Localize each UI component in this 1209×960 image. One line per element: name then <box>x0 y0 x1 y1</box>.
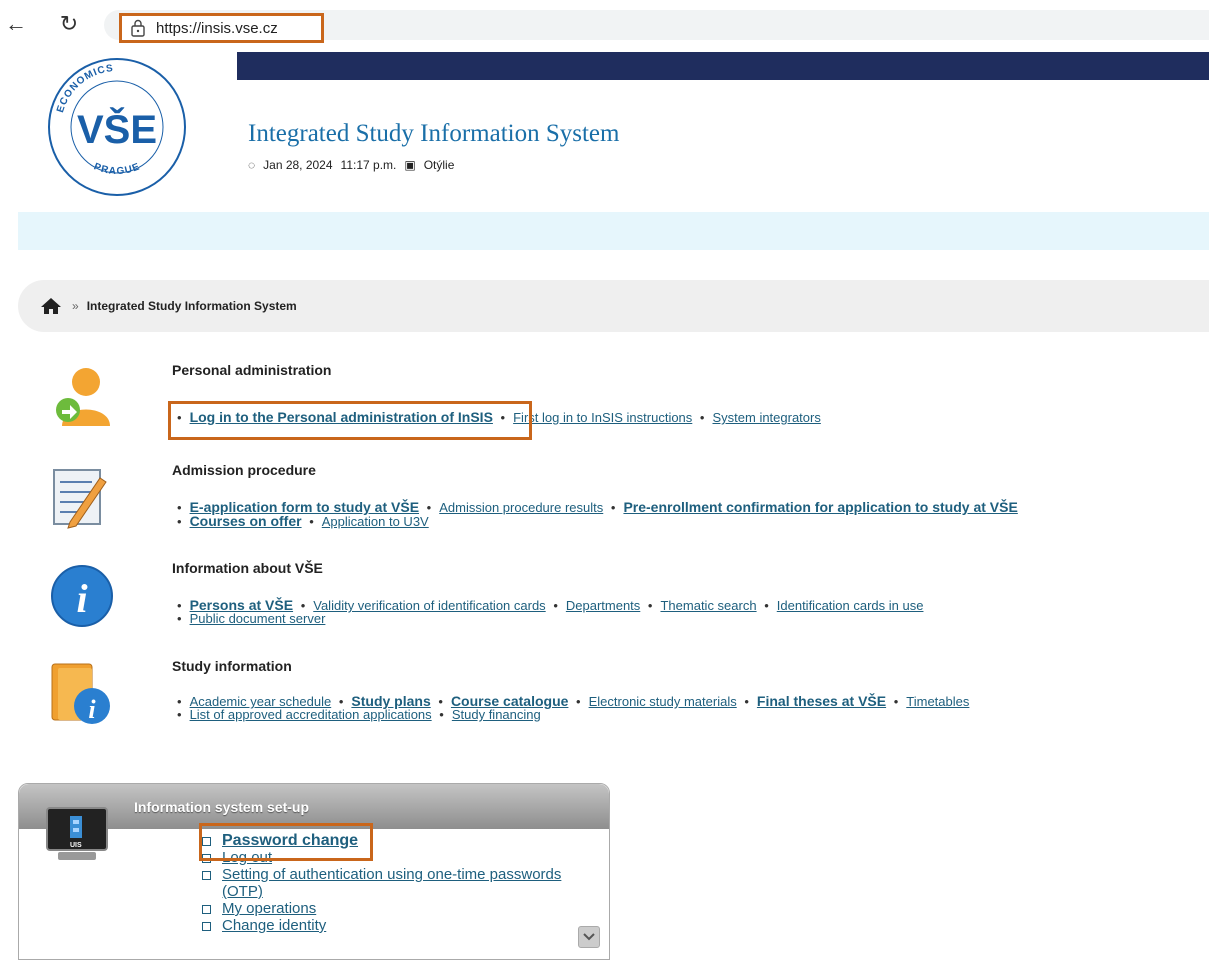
link-identification-cards[interactable]: Identification cards in use <box>777 598 924 613</box>
link-public-document-server[interactable]: Public document server <box>190 611 326 626</box>
section-links: • E-application form to study at VŠE • Adm… <box>177 499 1018 529</box>
setup-panel: Information system set-up UIS Password c… <box>18 783 610 960</box>
section-links: • Academic year schedule • Study plans • Co… <box>177 693 970 722</box>
lock-icon <box>131 19 145 37</box>
breadcrumb-separator: » <box>72 299 79 313</box>
link-electronic-study-materials[interactable]: Electronic study materials <box>589 694 737 709</box>
home-icon[interactable] <box>40 297 62 315</box>
link-courses-on-offer[interactable]: Courses on offer <box>190 513 302 529</box>
person-login-icon <box>56 368 110 426</box>
section-title: Admission procedure <box>172 462 316 478</box>
list-item: Change identity <box>202 917 602 934</box>
reload-icon[interactable]: ↻ <box>55 10 83 38</box>
svg-text:i: i <box>88 695 96 724</box>
breadcrumb-current: Integrated Study Information System <box>86 299 297 313</box>
link-first-login-instructions[interactable]: First log in to InSIS instructions <box>513 410 692 425</box>
vse-logo[interactable]: ECONOMICS PRAGUE VŠE <box>45 55 190 200</box>
login-highlight-box <box>168 401 532 440</box>
link-thematic-search[interactable]: Thematic search <box>660 598 756 613</box>
svg-text:ECONOMICS: ECONOMICS <box>55 63 114 114</box>
link-otp-authentication[interactable]: Setting of authentication using one-time… <box>222 866 602 900</box>
section-links: • Persons at VŠE • Validity verification o… <box>177 597 924 626</box>
svg-text:i: i <box>76 576 87 621</box>
monitor-label: UIS <box>70 842 82 849</box>
password-change-highlight-box <box>199 823 373 861</box>
back-arrow-icon[interactable]: ← <box>2 10 30 38</box>
link-accreditation-applications[interactable]: List of approved accreditation applicati… <box>190 707 432 722</box>
link-timetables[interactable]: Timetables <box>906 694 969 709</box>
section-title: Information about VŠE <box>172 560 323 576</box>
square-bullet-icon <box>202 905 211 914</box>
link-system-integrators[interactable]: System integrators <box>712 410 820 425</box>
link-departments[interactable]: Departments <box>566 598 640 613</box>
link-change-identity[interactable]: Change identity <box>222 917 326 934</box>
square-bullet-icon <box>202 922 211 931</box>
link-validity-verification[interactable]: Validity verification of identification … <box>313 598 545 613</box>
list-item: Setting of authentication using one-time… <box>202 866 602 900</box>
calendar-icon: ▣ <box>404 158 416 172</box>
monitor-icon: UIS <box>46 807 108 860</box>
link-study-financing[interactable]: Study financing <box>452 707 541 722</box>
top-band <box>237 52 1209 80</box>
section-title: Study information <box>172 658 292 674</box>
list-item: My operations <box>202 900 602 917</box>
study-folder-info-icon: i <box>51 663 110 724</box>
date-text: Jan 28, 2024 <box>263 158 333 172</box>
date-nameday-line: ◌ Jan 28, 2024 11:17 p.m. ▣ Otýlie <box>248 158 454 172</box>
link-application-u3v[interactable]: Application to U3V <box>322 514 429 529</box>
square-bullet-icon <box>202 871 211 880</box>
light-blue-band <box>18 212 1209 250</box>
svg-text:PRAGUE: PRAGUE <box>92 161 142 177</box>
link-final-theses[interactable]: Final theses at VŠE <box>757 693 886 709</box>
url-highlight-box[interactable]: https://insis.vse.cz <box>119 13 324 43</box>
logo-center-text: VŠE <box>77 106 157 152</box>
section-title: Personal administration <box>172 362 332 378</box>
link-pre-enrollment[interactable]: Pre-enrollment confirmation for applicat… <box>623 499 1017 515</box>
url-text: https://insis.vse.cz <box>156 19 278 37</box>
system-title: Integrated Study Information System <box>248 120 620 147</box>
info-icon: i <box>51 565 113 627</box>
logo-ring-text: ECONOMICS <box>55 63 113 114</box>
nameday-text: Otýlie <box>423 158 455 172</box>
link-admission-results[interactable]: Admission procedure results <box>439 500 603 515</box>
expand-panel-button[interactable] <box>578 926 600 948</box>
application-form-icon <box>53 469 107 529</box>
chevron-down-icon <box>583 933 595 941</box>
breadcrumb: » Integrated Study Information System <box>18 280 1209 332</box>
time-text: 11:17 p.m. <box>340 158 397 172</box>
clock-icon: ◌ <box>248 158 256 172</box>
link-my-operations[interactable]: My operations <box>222 900 316 917</box>
logo-ring-bottom: PRAGUE <box>92 161 141 177</box>
setup-panel-title: Information system set-up <box>134 799 310 815</box>
